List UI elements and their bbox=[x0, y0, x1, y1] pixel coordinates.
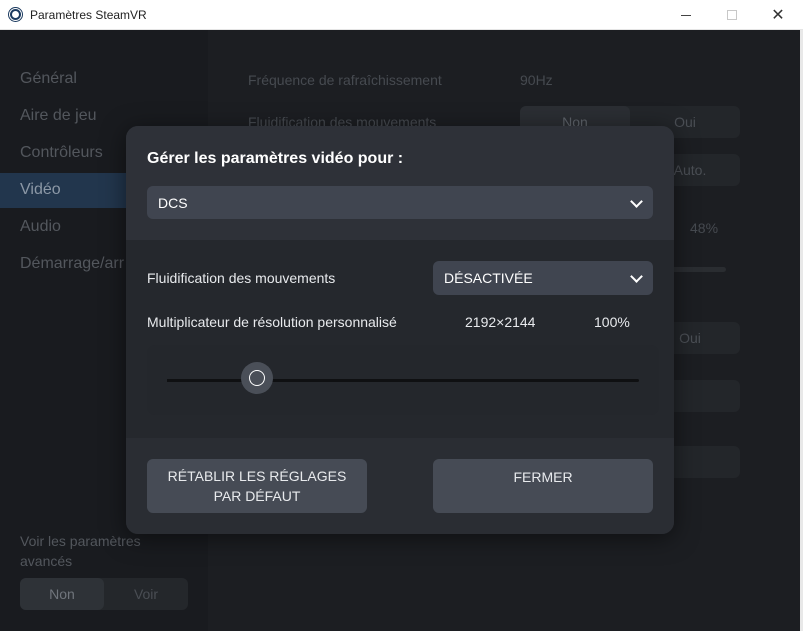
motion-smoothing-value: DÉSACTIVÉE bbox=[444, 270, 533, 286]
sidebar-item-startup[interactable]: Démarrage/arr bbox=[20, 255, 124, 273]
advanced-toggle-off[interactable]: Non bbox=[20, 578, 104, 610]
dialog-title: Gérer les paramètres vidéo pour : bbox=[147, 150, 404, 167]
refresh-rate-label: Fréquence de rafraîchissement bbox=[248, 72, 442, 88]
motion-smoothing-select[interactable]: DÉSACTIVÉE bbox=[433, 261, 653, 295]
steamvr-icon bbox=[8, 7, 23, 22]
advanced-settings-label: Voir les paramètres avancés bbox=[20, 533, 141, 569]
sidebar-item-audio[interactable]: Audio bbox=[20, 218, 61, 236]
resolution-slider-area bbox=[147, 345, 659, 415]
close-dialog-button[interactable]: FERMER bbox=[433, 459, 653, 513]
resolution-percent: 100% bbox=[594, 314, 630, 330]
title-bar: Paramètres SteamVR ✕ bbox=[0, 0, 803, 30]
reset-defaults-label: RÉTABLIR LES RÉGLAGES PAR DÉFAUT bbox=[167, 468, 347, 504]
sidebar-item-video[interactable]: Vidéo bbox=[20, 181, 61, 199]
chevron-down-icon bbox=[630, 270, 643, 283]
reset-defaults-button[interactable]: RÉTABLIR LES RÉGLAGES PAR DÉFAUT bbox=[147, 459, 367, 513]
advanced-toggle-on[interactable]: Voir bbox=[104, 578, 188, 610]
application-select[interactable]: DCS bbox=[147, 186, 653, 219]
resolution-multiplier-label: Multiplicateur de résolution personnalis… bbox=[147, 314, 397, 330]
resolution-value: 2192×2144 bbox=[465, 314, 536, 330]
bg-oui-label: Oui bbox=[679, 330, 701, 346]
minimize-button[interactable] bbox=[663, 0, 709, 30]
video-settings-dialog: Gérer les paramètres vidéo pour : DCS Fl… bbox=[126, 126, 674, 534]
resolution-slider-track[interactable] bbox=[167, 379, 639, 382]
sidebar-item-general[interactable]: Général bbox=[20, 70, 77, 88]
chevron-down-icon bbox=[630, 195, 643, 208]
window-title: Paramètres SteamVR bbox=[30, 8, 147, 22]
dialog-header bbox=[126, 126, 674, 240]
bg-slider[interactable] bbox=[670, 267, 726, 272]
resolution-slider-handle[interactable] bbox=[240, 362, 273, 394]
application-select-value: DCS bbox=[158, 194, 188, 211]
maximize-button[interactable] bbox=[709, 0, 755, 30]
close-dialog-label: FERMER bbox=[513, 469, 573, 485]
sidebar-item-controllers[interactable]: Contrôleurs bbox=[20, 144, 103, 162]
advanced-settings-toggle[interactable]: Non Voir bbox=[20, 578, 188, 610]
bg-auto-label: Auto. bbox=[673, 162, 707, 178]
maximize-icon bbox=[727, 10, 737, 20]
close-window-button[interactable]: ✕ bbox=[755, 0, 801, 30]
minimize-icon bbox=[681, 14, 691, 16]
sidebar-item-play-area[interactable]: Aire de jeu bbox=[20, 107, 97, 125]
refresh-rate-value: 90Hz bbox=[520, 72, 553, 88]
bg-percent-value: 48% bbox=[690, 220, 719, 236]
motion-smoothing-label: Fluidification des mouvements bbox=[147, 270, 336, 286]
close-icon: ✕ bbox=[771, 7, 785, 24]
